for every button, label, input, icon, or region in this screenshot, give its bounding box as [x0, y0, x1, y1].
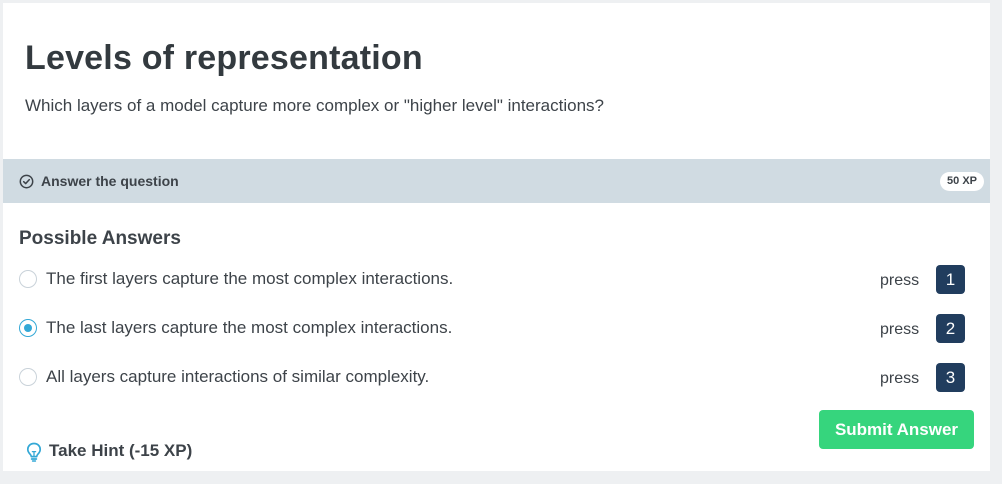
keyboard-shortcut-badge: 3: [936, 363, 965, 392]
hint-label[interactable]: Take Hint (-15 XP): [49, 441, 192, 461]
question-text: Which layers of a model capture more com…: [25, 96, 604, 115]
answer-text[interactable]: The last layers capture the most complex…: [46, 318, 452, 338]
banner-label: Answer the question: [41, 173, 179, 189]
submit-answer-button[interactable]: Submit Answer: [819, 410, 974, 449]
press-label: press: [880, 321, 920, 338]
press-label: press: [880, 272, 920, 289]
answer-text[interactable]: The first layers capture the most comple…: [46, 269, 453, 289]
answer-option-2[interactable]: The last layers capture the most complex…: [3, 311, 990, 347]
radio-button-selected[interactable]: [19, 319, 37, 337]
keyboard-shortcut-badge: 2: [936, 314, 965, 343]
answer-option-1[interactable]: The first layers capture the most comple…: [3, 262, 990, 298]
answer-option-3[interactable]: All layers capture interactions of simil…: [3, 360, 990, 396]
exercise-card: Levels of representation Which layers of…: [3, 3, 990, 471]
answer-text[interactable]: All layers capture interactions of simil…: [46, 367, 429, 387]
xp-badge: 50 XP: [940, 172, 984, 191]
keyboard-shortcut-badge: 1: [936, 265, 965, 294]
radio-button[interactable]: [19, 270, 37, 288]
answer-banner: Answer the question 50 XP: [3, 159, 990, 203]
radio-button[interactable]: [19, 368, 37, 386]
press-label: press: [880, 370, 920, 387]
check-circle-icon: [19, 174, 34, 189]
possible-answers-heading: Possible Answers: [19, 228, 181, 249]
lightbulb-icon: [26, 442, 42, 462]
exercise-title: Levels of representation: [25, 39, 423, 77]
